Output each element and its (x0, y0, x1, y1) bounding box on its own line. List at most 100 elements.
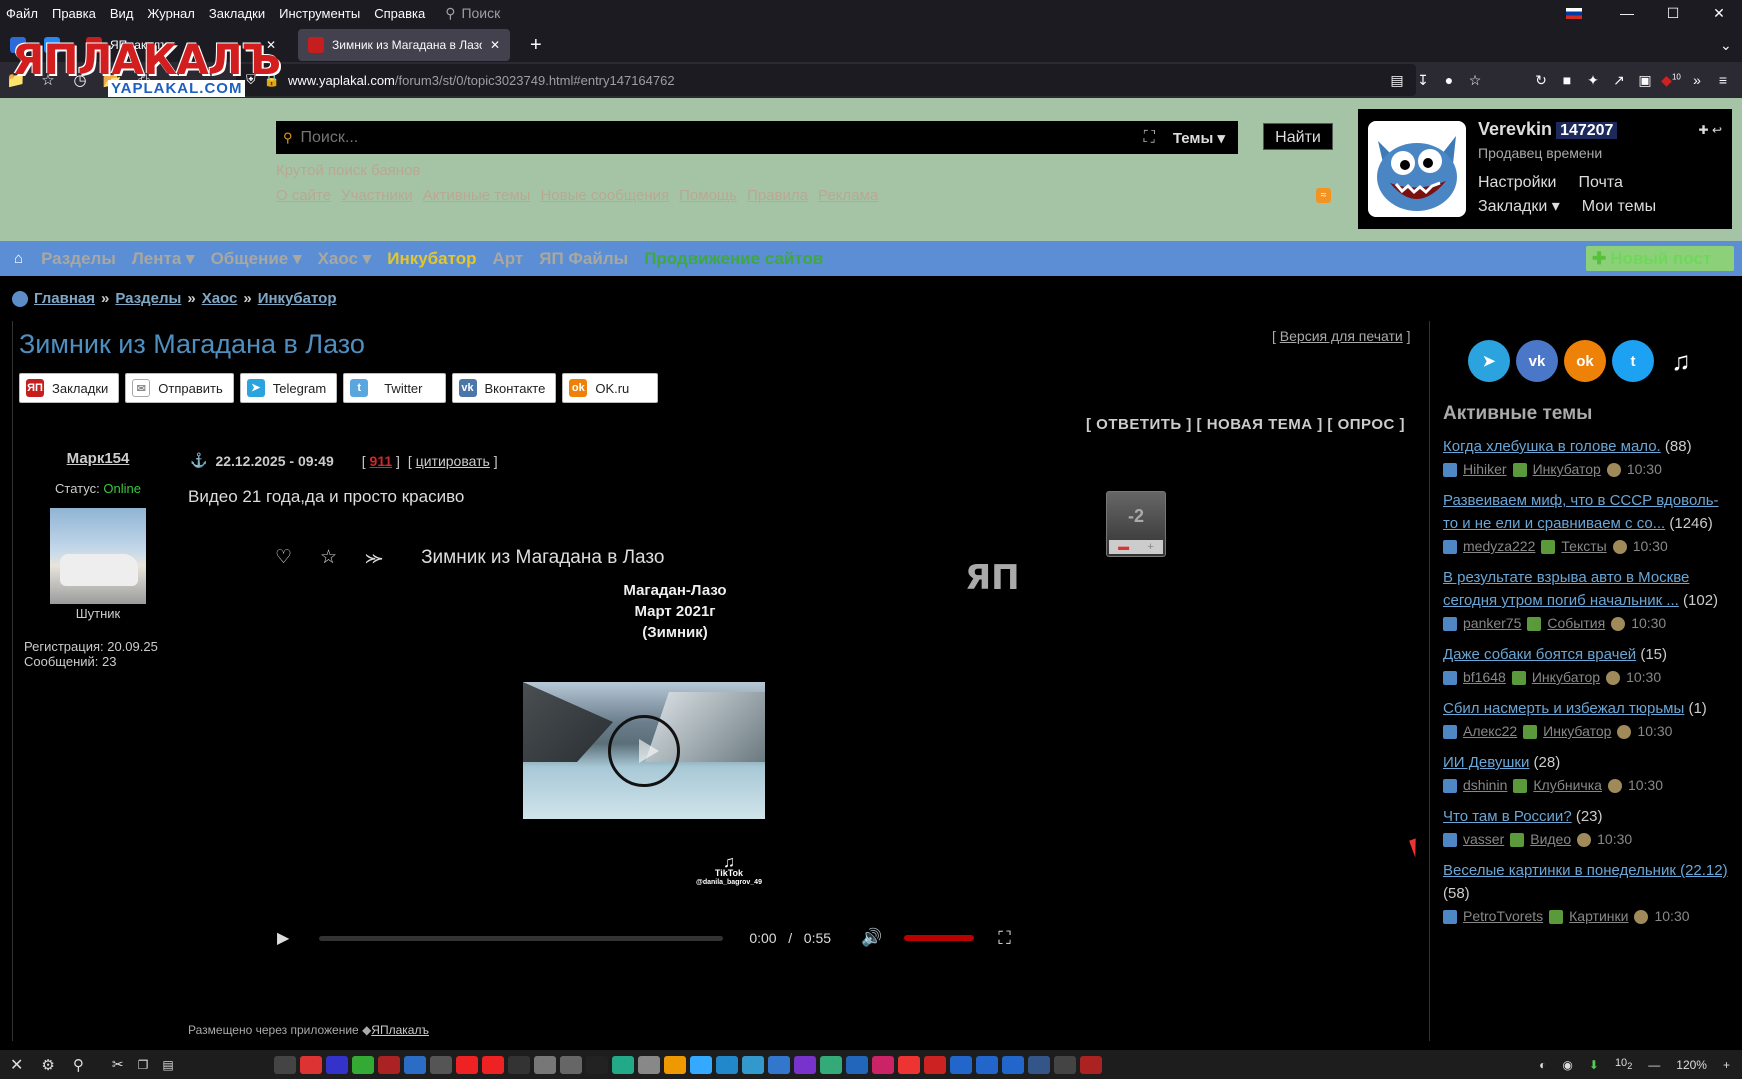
settings-link[interactable]: Настройки (1478, 171, 1556, 195)
reload-icon[interactable]: ↻ (1528, 72, 1554, 89)
gamepad-icon[interactable]: ▣ (1632, 72, 1658, 89)
app-icon[interactable] (975, 1055, 998, 1074)
share-email-button[interactable]: ✉ Отправить (125, 373, 234, 403)
quote-link[interactable]: цитировать (416, 453, 490, 469)
topic-user[interactable]: vasser (1463, 828, 1504, 851)
overflow-icon[interactable]: » (1684, 72, 1710, 88)
app-icon[interactable] (273, 1055, 296, 1074)
mail-link[interactable]: Почта (1578, 171, 1622, 195)
topic-user[interactable]: Hihiker (1463, 458, 1507, 481)
topic-section[interactable]: Клубничка (1533, 774, 1602, 797)
link-active-topics[interactable]: Активные темы (423, 187, 531, 204)
video-player[interactable]: ♡ ☆ ⪼ Зимник из Магадана в Лазо ЯП Магад… (275, 540, 1025, 970)
new-post-button[interactable]: ✚ Новый пост (1586, 246, 1734, 271)
tray-icon[interactable]: ◉ (1562, 1058, 1572, 1072)
share-icon[interactable]: ↗ (1606, 72, 1632, 89)
crumb-home[interactable]: Главная (34, 290, 95, 307)
nav-art[interactable]: Арт (493, 249, 524, 269)
tab-topic[interactable]: Зимник из Магадана в Лазо - Я ✕ (298, 29, 510, 61)
heart-icon[interactable]: ♡ (275, 546, 292, 569)
telegram-icon[interactable]: ➤ (1468, 340, 1510, 382)
search-icon[interactable]: ⚲ (73, 1056, 84, 1074)
app-icon[interactable] (949, 1055, 972, 1074)
topic-link[interactable]: Когда хлебушка в голове мало. (1443, 438, 1661, 455)
tab-close-icon[interactable]: ✕ (490, 38, 500, 52)
logout-icon[interactable]: ↩ (1712, 123, 1722, 137)
bookmarks-dropdown[interactable]: Закладки ▾ (1478, 195, 1560, 219)
download-icon[interactable]: ⬇ (1589, 1058, 1599, 1072)
topic-section[interactable]: Видео (1530, 828, 1571, 851)
app-icon[interactable] (897, 1055, 920, 1074)
share-vk-button[interactable]: vk Вконтакте (451, 373, 557, 403)
nav-files[interactable]: ЯП Файлы (539, 249, 628, 269)
topic-section[interactable]: Инкубатор (1543, 720, 1611, 743)
topic-user[interactable]: bf1648 (1463, 666, 1506, 689)
topic-link[interactable]: Даже собаки боятся врачей (1443, 646, 1636, 663)
new-tab-button[interactable]: + (520, 29, 554, 61)
app-icon[interactable] (689, 1055, 712, 1074)
nav-feed[interactable]: Лента ▾ (132, 249, 195, 269)
app-icon[interactable] (429, 1055, 452, 1074)
extension-icon[interactable]: ■ (1554, 72, 1580, 88)
app-icon[interactable] (559, 1055, 582, 1074)
author-avatar[interactable] (50, 508, 146, 604)
home-icon[interactable]: ⌂ (14, 250, 23, 267)
tagline-link[interactable]: Крутой поиск баянов (276, 162, 420, 179)
site-logo[interactable]: ЯПЛАКАЛЪ YAPLAKAL.COM (12, 38, 281, 100)
app-icon[interactable] (585, 1055, 608, 1074)
topic-section[interactable]: Инкубатор (1532, 666, 1600, 689)
share-bookmarks-button[interactable]: ЯП Закладки (19, 373, 120, 403)
link-rules[interactable]: Правила (747, 187, 808, 204)
menu-edit[interactable]: Правка (52, 6, 96, 21)
topic-section[interactable]: Тексты (1561, 535, 1606, 558)
globe-icon[interactable] (637, 1055, 660, 1074)
app-icon[interactable] (1001, 1055, 1024, 1074)
app-icon[interactable] (1053, 1055, 1076, 1074)
link-members[interactable]: Участники (341, 187, 413, 204)
vpn-icon[interactable]: ● (1436, 72, 1462, 88)
app-icon[interactable] (611, 1055, 634, 1074)
gear-icon[interactable]: ⚙ (41, 1056, 54, 1074)
print-version-link[interactable]: Версия для печати (1280, 328, 1403, 344)
volume-icon[interactable]: 🔊 (861, 928, 882, 948)
topic-user[interactable]: Алекс22 (1463, 720, 1517, 743)
user-avatar[interactable] (1368, 121, 1466, 217)
crumb-incubator[interactable]: Инкубатор (258, 290, 337, 307)
app-icon[interactable] (325, 1055, 348, 1074)
app-icon[interactable] (923, 1055, 946, 1074)
youtube-icon[interactable] (481, 1055, 504, 1074)
share-twitter-button[interactable]: t Twitter (343, 373, 446, 403)
topic-link[interactable]: В результате взрыва авто в Москве сегодн… (1443, 569, 1689, 609)
link-new-messages[interactable]: Новые сообщения (540, 187, 669, 204)
scissors-icon[interactable]: ✂ (112, 1056, 124, 1073)
fullscreen-icon[interactable]: ⛶ (998, 928, 1011, 949)
app-icon[interactable] (1027, 1055, 1050, 1074)
save-icon[interactable]: ↧ (1410, 72, 1436, 89)
app-icon[interactable] (533, 1055, 556, 1074)
link-ads[interactable]: Реклама (818, 187, 878, 204)
language-flag-icon[interactable] (1566, 7, 1582, 19)
app-icon[interactable] (403, 1055, 426, 1074)
plus-icon[interactable]: + (1147, 540, 1153, 554)
anchor-icon[interactable]: ⚓ (190, 452, 207, 469)
hamburger-menu-icon[interactable]: ≡ (1710, 72, 1736, 88)
bookmark-icon[interactable]: ☆ (1462, 72, 1488, 89)
app-icon[interactable] (741, 1055, 764, 1074)
topic-section[interactable]: Картинки (1569, 905, 1628, 928)
copy-icon[interactable]: ❐ (138, 1058, 149, 1072)
menu-file[interactable]: Файл (6, 6, 38, 21)
menu-history[interactable]: Журнал (147, 6, 194, 21)
post-number[interactable]: 911 (370, 453, 393, 469)
puzzle-icon[interactable]: ✦ (1580, 72, 1606, 89)
author-name[interactable]: Марк154 (22, 450, 174, 467)
find-button[interactable]: Найти (1263, 123, 1333, 150)
app-icon[interactable] (351, 1055, 374, 1074)
app-icon[interactable] (767, 1055, 790, 1074)
expand-icon[interactable]: ⛶ (1144, 129, 1155, 147)
topic-user[interactable]: dshinin (1463, 774, 1507, 797)
menu-bookmarks[interactable]: Закладки (209, 6, 265, 21)
ublock-icon[interactable]: ◆10 (1658, 72, 1684, 89)
menu-tools[interactable]: Инструменты (279, 6, 360, 21)
rss-icon[interactable]: ≈ (1316, 188, 1331, 203)
crumb-sections[interactable]: Разделы (115, 290, 181, 307)
